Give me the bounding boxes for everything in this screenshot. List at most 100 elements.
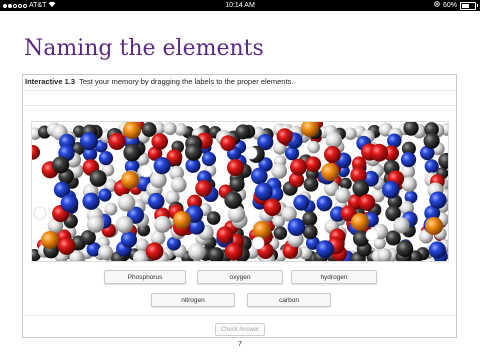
nitrogen-atom xyxy=(201,151,217,167)
instruction-text: Test your memory by dragging the labels … xyxy=(79,77,294,86)
carbon-atom xyxy=(184,143,203,161)
label-nitrogen[interactable]: nitrogen xyxy=(151,293,235,307)
dna-molecule-image xyxy=(31,121,449,262)
drop-target-marker[interactable] xyxy=(365,228,379,242)
drop-target-marker[interactable] xyxy=(33,206,47,220)
battery-percent: 60% xyxy=(442,2,457,9)
carbon-atom xyxy=(229,176,245,192)
hydrogen-atom xyxy=(188,243,206,261)
nitrogen-atom xyxy=(147,192,165,210)
clock: 10:14 AM xyxy=(225,2,255,9)
carbon-atom xyxy=(206,211,221,225)
drop-target-marker[interactable] xyxy=(244,146,258,160)
nitrogen-atom xyxy=(428,241,446,259)
battery-icon xyxy=(460,1,478,10)
hydrogen-atom xyxy=(344,127,357,140)
carbon-atom xyxy=(423,132,440,149)
phosphorus-atom xyxy=(425,217,443,235)
carbon-atom xyxy=(396,240,414,258)
oxygen-atom xyxy=(32,144,41,160)
oxygen-atom xyxy=(216,226,234,244)
carbon-atom xyxy=(52,156,70,174)
instruction: Interactive 1.3 Test your memory by drag… xyxy=(25,77,293,86)
oxygen-atom xyxy=(263,198,282,216)
phosphorus-atom xyxy=(253,221,271,239)
interactive-label: Interactive 1.3 xyxy=(25,77,76,86)
hydrogen-atom xyxy=(377,248,392,261)
hydrogen-atom xyxy=(393,217,410,234)
nitrogen-atom xyxy=(153,157,171,175)
oxygen-atom xyxy=(108,132,126,151)
nitrogen-atom xyxy=(287,218,306,237)
carbon-atom xyxy=(273,226,288,240)
nitrogen-atom xyxy=(429,191,447,209)
page-title: Naming the elements xyxy=(24,36,264,61)
interactive-frame: Interactive 1.3 Test your memory by drag… xyxy=(22,74,457,338)
label-hydrogen[interactable]: hydrogen xyxy=(291,270,377,284)
divider xyxy=(23,105,456,106)
label-carbon[interactable]: carbon xyxy=(247,293,331,307)
carbon-atom xyxy=(438,152,448,169)
oxygen-atom xyxy=(305,156,322,173)
carbon-atom xyxy=(235,124,251,140)
label-oxygen[interactable]: oxygen xyxy=(197,270,283,284)
nitrogen-atom xyxy=(316,240,334,258)
oxygen-atom xyxy=(220,135,237,152)
oxygen-atom xyxy=(195,180,213,197)
drop-target-marker[interactable] xyxy=(139,164,153,178)
phosphorus-atom xyxy=(41,231,59,249)
oxygen-atom xyxy=(151,133,169,150)
nitrogen-atom xyxy=(98,188,112,202)
nitrogen-atom xyxy=(400,151,417,168)
check-answer-button[interactable]: Check Answer xyxy=(215,323,265,336)
label-phosphorus[interactable]: Phosphorus xyxy=(104,270,186,284)
phosphorus-atom xyxy=(173,211,191,229)
status-bar: AT&T 10:14 AM 60% xyxy=(0,0,480,11)
nitrogen-atom xyxy=(82,192,100,210)
nitrogen-atom xyxy=(60,194,79,213)
hydrogen-atom xyxy=(98,244,114,260)
carbon-atom xyxy=(303,176,319,192)
dna-molecule-illustration xyxy=(32,122,448,261)
hydrogen-atom xyxy=(170,176,187,193)
hydrogen-atom xyxy=(115,215,134,234)
oxygen-atom xyxy=(224,242,243,261)
page-number: 7 xyxy=(238,341,242,348)
hydrogen-atom xyxy=(325,131,343,149)
hydrogen-atom xyxy=(163,122,177,136)
status-right: 60% xyxy=(434,0,478,11)
carbon-atom xyxy=(89,169,107,187)
oxygen-atom xyxy=(145,242,164,261)
hydrogen-atom xyxy=(154,215,172,233)
oxygen-atom xyxy=(57,237,76,255)
oxygen-atom xyxy=(226,158,245,177)
divider xyxy=(23,315,456,316)
oxygen-atom xyxy=(358,194,376,211)
oxygen-atom xyxy=(290,158,307,176)
hydrogen-atom xyxy=(117,193,136,212)
carbon-atom xyxy=(352,179,370,197)
phosphorus-atom xyxy=(121,171,139,189)
nitrogen-atom xyxy=(293,194,310,211)
drop-target-marker[interactable] xyxy=(251,236,265,250)
nitrogen-atom xyxy=(424,159,439,174)
nitrogen-atom xyxy=(98,150,114,166)
hydrogen-atom xyxy=(86,215,105,233)
carbon-atom xyxy=(141,122,157,137)
hydrogen-atom xyxy=(271,163,288,179)
oxygen-atom xyxy=(323,145,341,163)
nitrogen-atom xyxy=(284,146,300,161)
oxygen-atom xyxy=(370,143,389,162)
carbon-atom xyxy=(123,143,141,162)
phosphorus-atom xyxy=(351,213,369,231)
nitrogen-atom xyxy=(382,180,400,199)
nitrogen-atom xyxy=(79,132,98,151)
hydrogen-atom xyxy=(104,202,118,216)
nitrogen-atom xyxy=(250,167,268,185)
divider xyxy=(23,90,456,91)
hydrogen-atom xyxy=(334,187,351,204)
nitrogen-atom xyxy=(316,195,333,212)
nitrogen-atom xyxy=(120,231,137,248)
carbon-atom xyxy=(224,191,242,209)
atom-spheres xyxy=(32,122,448,261)
